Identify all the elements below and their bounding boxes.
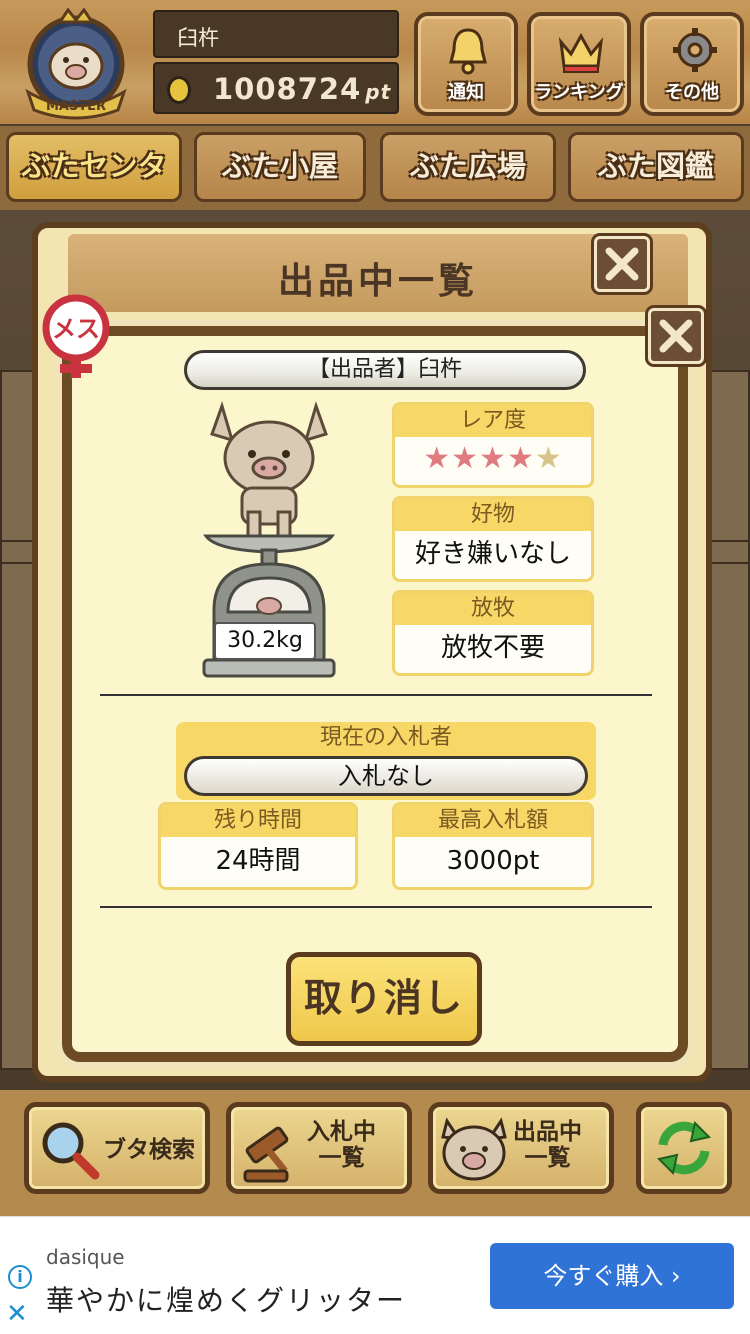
main-tabs: ぶたセンター ぶた小屋 ぶた広場 ぶた図鑑 [0,126,750,245]
star-filled-icon: ★ [451,441,480,476]
rarity-label: レア度 [395,405,591,437]
highest-bid-value: 3000pt [446,846,540,876]
listing-list-button[interactable]: 出品中 一覧 [428,1102,614,1194]
pig-search-button[interactable]: ブタ検索 [24,1102,210,1194]
points-number: 1008724 [213,72,362,106]
ranking-label: ランキング [534,82,624,103]
grazing-value: 放牧不要 [440,633,545,663]
current-bidder-value: 入札なし [184,756,588,796]
ad-tagline: 華やかに煌めくグリッター [46,1284,407,1317]
refresh-button[interactable] [636,1102,732,1194]
points-box: 1008724 pt [153,62,399,114]
notification-label: 通知 [448,82,484,103]
close-icon [659,319,693,353]
star-filled-icon: ★ [506,441,535,476]
listing-close-button[interactable] [594,236,650,292]
ranking-button[interactable]: ランキング [527,12,631,116]
bottom-nav: ブタ検索 入札中 一覧 出品中 一覧 [0,1090,750,1216]
settings-label: その他 [665,82,719,103]
bidding-list-label: 入札中 一覧 [307,1119,376,1171]
favorite-card: 好物 好き嫌いなし [392,496,594,582]
pig-detail-panel: 【出品者】臼杵 30.2kg レア度 ★★★★★ 好物 好き嫌いなし 放牧 放牧… [62,326,688,1062]
gavel-icon [243,1126,289,1183]
rarity-stars: ★★★★★ [395,437,591,481]
bell-icon [449,28,487,75]
star-empty-icon: ★ [534,441,563,476]
seller-field: 【出品者】臼杵 [184,350,586,390]
tab-buta-center[interactable]: ぶたセンター [6,132,182,245]
right-beam [710,370,750,1070]
badge-label: MASTER [46,99,106,114]
close-ad-icon[interactable]: ✕ [6,1301,28,1327]
current-bidder-card: 現在の入札者 入札なし [176,722,596,800]
ad-banner[interactable]: i ✕ dasique 華やかに煌めくグリッター 今すぐ購入 › [0,1216,750,1334]
gear-icon [673,28,717,72]
info-icon[interactable]: i [8,1265,32,1289]
ad-brand: dasique [46,1245,125,1269]
pig-search-label: ブタ検索 [103,1137,195,1163]
notification-button[interactable]: 通知 [414,12,518,116]
points-value: 1008724 pt [213,72,391,106]
remaining-time-label: 残り時間 [161,805,355,837]
current-bidder-label: 現在の入札者 [319,725,452,750]
pig-icon [441,1117,507,1181]
favorite-label: 好物 [395,499,591,531]
listing-list-label: 出品中 一覧 [513,1119,582,1171]
settings-button[interactable]: その他 [640,12,744,116]
grazing-label: 放牧 [395,593,591,625]
top-bar: MASTER 臼杵 1008724 pt 通知 ランキング その他 [0,0,750,124]
username-box: 臼杵 [153,10,399,58]
close-icon [605,247,639,281]
remaining-time-card: 残り時間 24時間 [158,802,358,890]
points-unit: pt [365,80,392,104]
coin-icon [167,76,191,104]
gender-label: メス [52,315,100,343]
highest-bid-card: 最高入札額 3000pt [392,802,594,890]
divider-top [100,694,652,696]
rarity-card: レア度 ★★★★★ [392,402,594,488]
weight-display: 30.2kg [214,622,316,660]
username: 臼杵 [177,26,219,50]
detail-close-button[interactable] [648,308,704,364]
grazing-card: 放牧 放牧不要 [392,590,594,676]
bidding-list-button[interactable]: 入札中 一覧 [226,1102,412,1194]
cancel-listing-button[interactable]: 取り消し [286,952,482,1046]
favorite-value: 好き嫌いなし [414,539,571,569]
refresh-icon [657,1121,711,1175]
tab-buta-plaza[interactable]: ぶた広場 [380,132,556,202]
crown-icon [558,32,604,73]
divider-bottom [100,906,652,908]
ad-buy-button[interactable]: 今すぐ購入 › [490,1243,734,1309]
star-filled-icon: ★ [423,441,452,476]
female-gender-icon: メス [42,294,110,378]
star-filled-icon: ★ [479,441,507,476]
magnifier-icon [42,1122,100,1180]
tab-buta-encyclopedia[interactable]: ぶた図鑑 [568,132,744,202]
tab-buta-barn[interactable]: ぶた小屋 [194,132,366,202]
highest-bid-label: 最高入札額 [395,805,591,837]
remaining-time-value: 24時間 [215,846,301,876]
master-badge[interactable]: MASTER [14,7,138,120]
